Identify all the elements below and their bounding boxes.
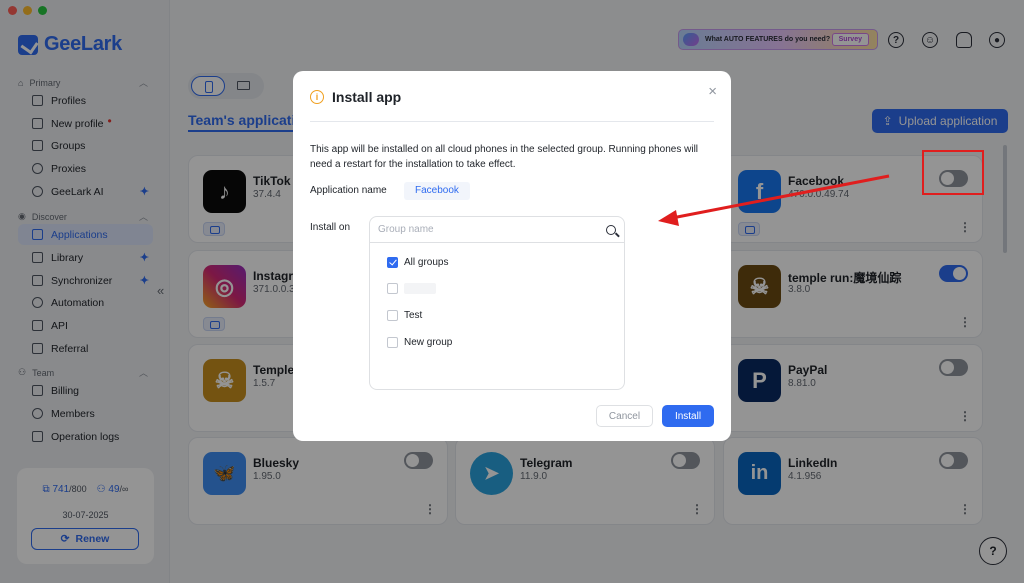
annotation-arrow xyxy=(658,174,890,226)
